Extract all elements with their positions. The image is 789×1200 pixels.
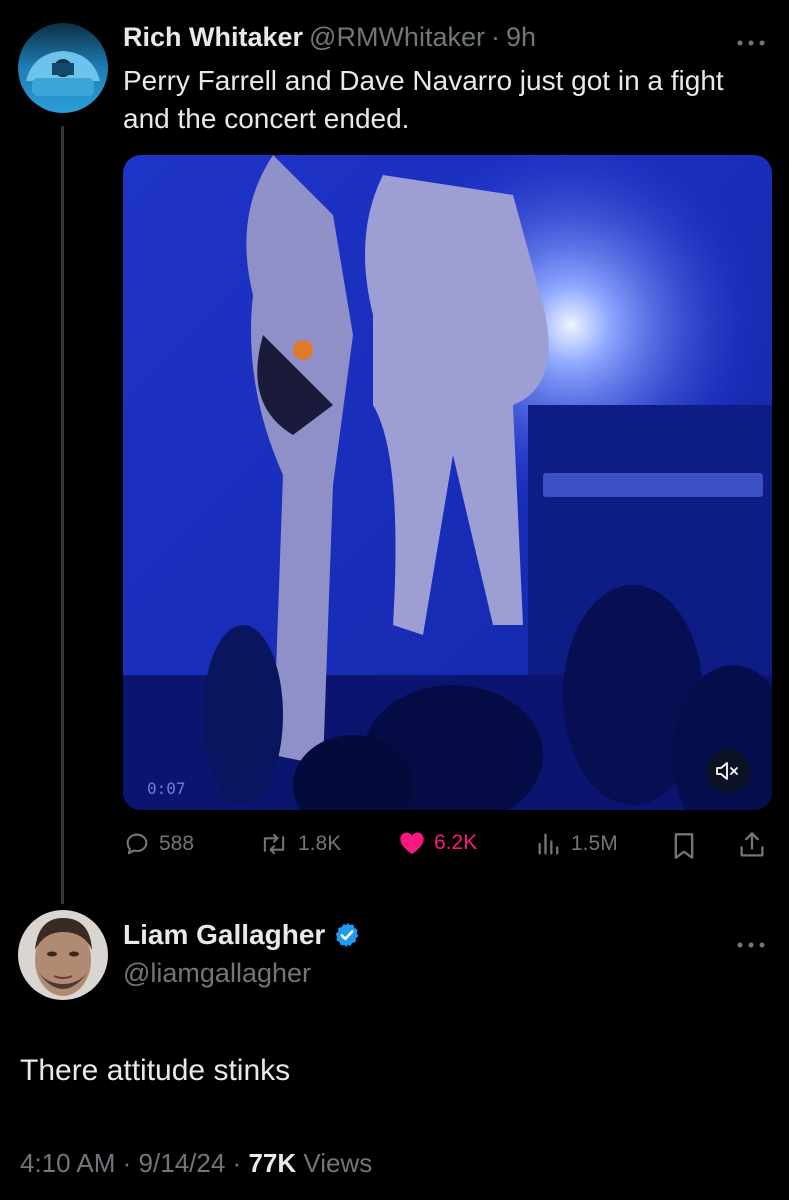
more-icon[interactable] (736, 926, 766, 957)
like-count: 6.2K (434, 831, 478, 854)
tweet-text-line: Perry Farrell and Dave Navarro just got … (123, 65, 724, 96)
heart-icon (400, 832, 424, 855)
views-count-liam: 77K (248, 1148, 297, 1178)
reply-text: There attitude stinks (20, 1054, 291, 1087)
avatar-rich-whitaker[interactable] (18, 23, 108, 113)
author-handle[interactable]: @RMWhitaker (309, 22, 485, 53)
thread-connector (61, 126, 64, 904)
share-button[interactable] (738, 830, 766, 865)
like-button[interactable]: 6.2K (398, 830, 477, 856)
views-count: 1.5M (571, 832, 618, 855)
repost-count: 1.8K (298, 832, 342, 855)
post-meta: 4:10 AM · 9/14/24 · 77K Views (20, 1148, 372, 1179)
meta-separator: · (490, 22, 500, 52)
video-timestamp: 0:07 (147, 779, 186, 798)
post-date[interactable]: 9/14/24 (139, 1148, 226, 1178)
tweet-text: Perry Farrell and Dave Navarro just got … (123, 62, 783, 138)
mute-icon (716, 762, 738, 780)
video-timestamp-text: 0:07 (147, 779, 186, 798)
post-time-liam[interactable]: 4:10 AM (20, 1148, 115, 1178)
avatar-liam-gallagher[interactable] (18, 910, 108, 1000)
meta-separator: · (232, 1148, 242, 1178)
author-handle-liam[interactable]: @liamgallagher (123, 958, 311, 989)
author-name-liam[interactable]: Liam Gallagher (123, 919, 325, 951)
share-icon (740, 832, 764, 857)
reply-icon (126, 833, 148, 855)
views-button[interactable]: 1.5M (535, 830, 618, 858)
bookmark-button[interactable] (672, 832, 696, 865)
mute-button[interactable] (706, 749, 750, 793)
tweet-text-line: and the concert ended. (123, 103, 410, 134)
author-name[interactable]: Rich Whitaker (123, 22, 303, 53)
views-label: Views (303, 1148, 373, 1178)
repost-button[interactable]: 1.8K (258, 830, 341, 858)
video-player[interactable]: 0:07 (123, 155, 772, 810)
reply-button[interactable]: 588 (123, 830, 194, 858)
verified-icon (335, 922, 359, 948)
views-icon (538, 833, 559, 855)
post-time[interactable]: 9h (506, 22, 536, 53)
bookmark-icon (674, 833, 694, 859)
repost-icon (263, 833, 285, 855)
reply-count: 588 (159, 832, 195, 855)
more-icon[interactable] (736, 24, 766, 55)
meta-separator: · (122, 1148, 132, 1178)
